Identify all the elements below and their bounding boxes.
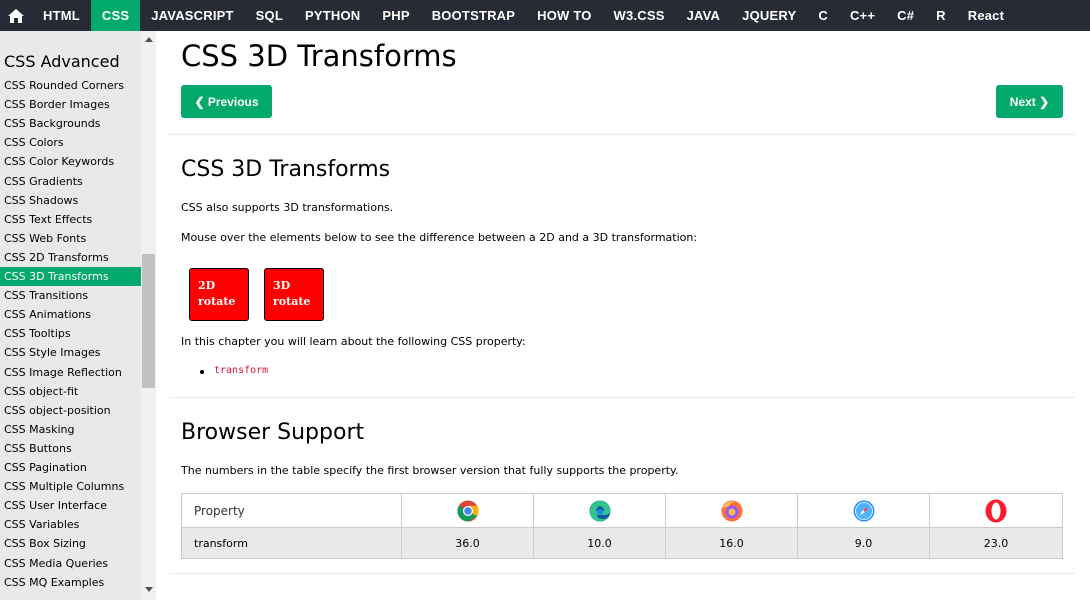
safari-icon [853,500,874,521]
section-heading-browser-support: Browser Support [181,420,365,445]
opera-icon [985,499,1007,522]
table-header-edge [534,494,666,527]
table-header-safari [798,494,930,527]
table-cell-edge-version: 10.0 [534,528,666,558]
nav-c[interactable]: C [807,0,839,31]
divider [169,134,1075,135]
nav-sql[interactable]: SQL [245,0,294,31]
sidebar-item-css-box-sizing[interactable]: CSS Box Sizing [0,534,141,553]
box-label: rotate [198,295,236,308]
table-header-firefox [666,494,798,527]
chrome-icon [456,500,479,521]
sidebar-item-css-color-keywords[interactable]: CSS Color Keywords [0,152,141,171]
nav-w3css[interactable]: W3.CSS [603,0,676,31]
paragraph: CSS also supports 3D transformations. [181,201,394,214]
section-heading-3d-transforms: CSS 3D Transforms [181,157,391,182]
table-cell-property: transform [182,528,402,558]
sidebar-item-css-multiple-columns[interactable]: CSS Multiple Columns [0,477,141,496]
table-row: transform 36.0 10.0 16.0 9.0 23.0 [182,528,1062,558]
sidebar-item-css-image-reflection[interactable]: CSS Image Reflection [0,363,141,382]
box-label: rotate [273,295,311,308]
home-icon [8,8,24,23]
table-header-opera [930,494,1062,527]
sidebar-item-css-animations[interactable]: CSS Animations [0,305,141,324]
nav-react[interactable]: React [957,0,1015,31]
table-header-property: Property [182,494,402,527]
next-button[interactable]: Next ❯ [996,85,1063,118]
divider [169,573,1075,574]
table-cell-safari-version: 9.0 [798,528,930,558]
paragraph: In this chapter you will learn about the… [181,335,526,348]
paragraph: The numbers in the table specify the fir… [181,464,679,477]
sidebar-item-css-border-images[interactable]: CSS Border Images [0,95,141,114]
sidebar-item-css-style-images[interactable]: CSS Style Images [0,343,141,362]
previous-button[interactable]: ❮ Previous [181,85,272,118]
nav-python[interactable]: PYTHON [294,0,371,31]
sidebar-item-css-colors[interactable]: CSS Colors [0,133,141,152]
bullet-icon [200,370,204,374]
table-cell-firefox-version: 16.0 [666,528,798,558]
sidebar-item-css-object-position[interactable]: CSS object-position [0,401,141,420]
box-label: 3D [273,279,291,292]
sidebar-item-css-web-fonts[interactable]: CSS Web Fonts [0,229,141,248]
scroll-up-icon[interactable] [145,37,153,42]
sidebar-item-css-text-effects[interactable]: CSS Text Effects [0,210,141,229]
divider [169,397,1075,398]
transform-property-link[interactable]: transform [214,365,268,376]
nav-csharp[interactable]: C# [886,0,925,31]
firefox-icon [721,500,742,521]
home-button[interactable] [0,0,32,31]
sidebar-item-css-user-interface[interactable]: CSS User Interface [0,496,141,515]
nav-java[interactable]: JAVA [676,0,732,31]
nav-javascript[interactable]: JAVASCRIPT [140,0,244,31]
sidebar-heading: CSS Advanced [4,52,120,71]
sidebar-scroll-thumb[interactable] [142,254,155,388]
main-content: CSS 3D Transforms ❮ Previous Next ❯ CSS … [156,31,1090,600]
nav-html[interactable]: HTML [32,0,91,31]
nav-how-to[interactable]: HOW TO [526,0,602,31]
sidebar-item-css-pagination[interactable]: CSS Pagination [0,458,141,477]
sidebar-item-css-2d-transforms[interactable]: CSS 2D Transforms [0,248,141,267]
sidebar-item-css-media-queries[interactable]: CSS Media Queries [0,554,141,573]
page-title: CSS 3D Transforms [181,39,457,73]
nav-css[interactable]: CSS [90,0,141,31]
sidebar-item-css-3d-transforms[interactable]: CSS 3D Transforms [0,267,141,286]
table-header-row: Property [182,494,1062,528]
sidebar-item-css-masking[interactable]: CSS Masking [0,420,141,439]
rotate-3d-demo-box[interactable]: 3D rotate [264,268,324,321]
sidebar-item-css-mq-examples[interactable]: CSS MQ Examples [0,573,141,592]
sidebar: CSS Advanced CSS Rounded Corners CSS Bord… [0,31,156,600]
sidebar-item-css-backgrounds[interactable]: CSS Backgrounds [0,114,141,133]
browser-support-table: Property transform 36.0 10.0 16.0 9.0 23… [181,493,1063,559]
sidebar-item-css-transitions[interactable]: CSS Transitions [0,286,141,305]
nav-jquery[interactable]: JQUERY [731,0,807,31]
nav-bootstrap[interactable]: BOOTSTRAP [421,0,526,31]
sidebar-item-css-variables[interactable]: CSS Variables [0,515,141,534]
paragraph: Mouse over the elements below to see the… [181,231,698,244]
sidebar-item-css-rounded-corners[interactable]: CSS Rounded Corners [0,76,141,95]
sidebar-item-css-tooltips[interactable]: CSS Tooltips [0,324,141,343]
sidebar-item-css-gradients[interactable]: CSS Gradients [0,172,141,191]
nav-php[interactable]: PHP [371,0,420,31]
sidebar-item-css-object-fit[interactable]: CSS object-fit [0,382,141,401]
nav-cpp[interactable]: C++ [839,0,886,31]
top-navigation: HTML CSS JAVASCRIPT SQL PYTHON PHP BOOTS… [0,0,1090,31]
scroll-down-icon[interactable] [145,587,153,592]
box-label: 2D [198,279,216,292]
edge-icon [589,500,610,521]
sidebar-item-css-buttons[interactable]: CSS Buttons [0,439,141,458]
table-cell-chrome-version: 36.0 [402,528,534,558]
nav-r[interactable]: R [925,0,957,31]
table-header-chrome [402,494,534,527]
sidebar-item-css-shadows[interactable]: CSS Shadows [0,191,141,210]
table-cell-opera-version: 23.0 [983,536,1009,550]
rotate-2d-demo-box[interactable]: 2D rotate [189,268,249,321]
